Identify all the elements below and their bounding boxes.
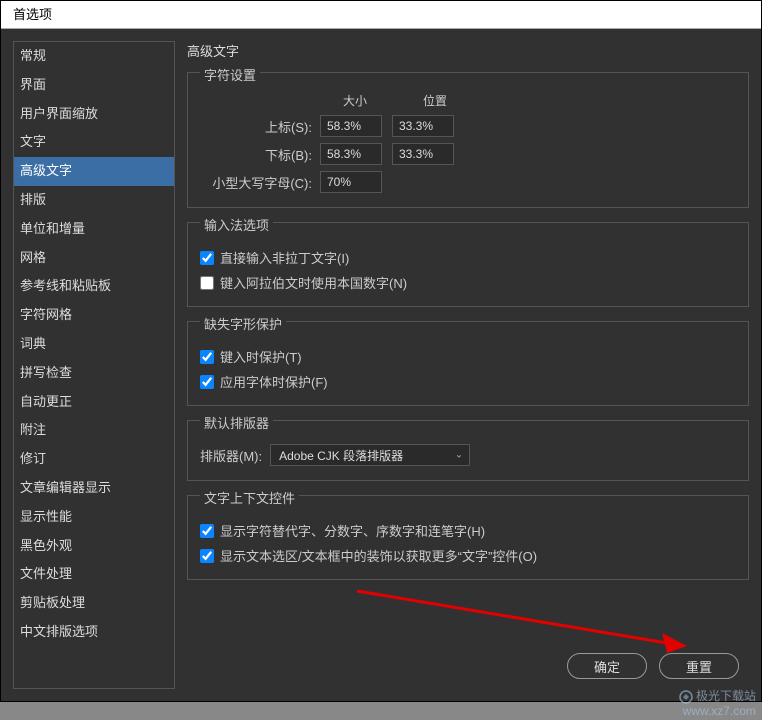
superscript-position-input[interactable] <box>392 115 454 137</box>
annotation-arrow-icon <box>347 581 697 661</box>
context-controls-group: 文字上下文控件 显示字符替代字、分数字、序数字和连笔字(H) 显示文本选区/文本… <box>187 495 749 580</box>
glyph-typing-label[interactable]: 键入时保护(T) <box>220 347 302 366</box>
sidebar-item-2[interactable]: 用户界面缩放 <box>14 100 174 129</box>
preferences-dialog: 首选项 常规界面用户界面缩放文字高级文字排版单位和增量网格参考线和粘贴板字符网格… <box>0 0 762 702</box>
composer-select[interactable]: Adobe CJK 段落排版器 ⌄ <box>270 444 470 466</box>
sidebar-item-16[interactable]: 显示性能 <box>14 503 174 532</box>
ime-group: 输入法选项 直接输入非拉丁文字(I) 键入阿拉伯文时使用本国数字(N) <box>187 222 749 307</box>
sidebar-item-20[interactable]: 中文排版选项 <box>14 618 174 647</box>
col-header-position: 位置 <box>400 92 470 109</box>
composer-label: 排版器(M): <box>200 446 262 465</box>
smallcaps-input[interactable] <box>320 171 382 193</box>
context-controls-legend: 文字上下文控件 <box>200 488 299 507</box>
glyph-font-row: 应用字体时保护(F) <box>200 372 736 391</box>
dialog-body: 常规界面用户界面缩放文字高级文字排版单位和增量网格参考线和粘贴板字符网格词典拼写… <box>1 29 761 701</box>
sidebar-item-1[interactable]: 界面 <box>14 71 174 100</box>
smallcaps-row: 小型大写字母(C): <box>200 171 736 193</box>
dialog-actions: 确定 重置 <box>567 653 739 679</box>
default-composer-group: 默认排版器 排版器(M): Adobe CJK 段落排版器 ⌄ <box>187 420 749 481</box>
sidebar-item-4[interactable]: 高级文字 <box>14 157 174 186</box>
chevron-down-icon: ⌄ <box>455 450 463 461</box>
sidebar-item-18[interactable]: 文件处理 <box>14 560 174 589</box>
sidebar-item-11[interactable]: 拼写检查 <box>14 359 174 388</box>
ime-opt1-row: 直接输入非拉丁文字(I) <box>200 248 736 267</box>
sidebar-item-3[interactable]: 文字 <box>14 128 174 157</box>
glyph-protect-group: 缺失字形保护 键入时保护(T) 应用字体时保护(F) <box>187 321 749 406</box>
subscript-position-input[interactable] <box>392 143 454 165</box>
subscript-row: 下标(B): <box>200 143 736 165</box>
subscript-size-input[interactable] <box>320 143 382 165</box>
sidebar-list: 常规界面用户界面缩放文字高级文字排版单位和增量网格参考线和粘贴板字符网格词典拼写… <box>14 42 174 647</box>
page-title: 高级文字 <box>187 41 749 60</box>
ctx-ornaments-checkbox[interactable] <box>200 549 214 563</box>
glyph-typing-row: 键入时保护(T) <box>200 347 736 366</box>
ime-nonlatin-checkbox[interactable] <box>200 251 214 265</box>
ime-arabic-checkbox[interactable] <box>200 276 214 290</box>
char-settings-column-headers: 大小 位置 <box>320 92 736 109</box>
sidebar: 常规界面用户界面缩放文字高级文字排版单位和增量网格参考线和粘贴板字符网格词典拼写… <box>13 41 175 689</box>
sidebar-item-12[interactable]: 自动更正 <box>14 388 174 417</box>
char-settings-group: 字符设置 大小 位置 上标(S): 下标(B): <box>187 72 749 208</box>
ctx-alternates-checkbox[interactable] <box>200 524 214 538</box>
subscript-label: 下标(B): <box>200 145 320 164</box>
composer-value: Adobe CJK 段落排版器 <box>279 447 403 464</box>
superscript-row: 上标(S): <box>200 115 736 137</box>
smallcaps-label: 小型大写字母(C): <box>200 173 320 192</box>
ime-legend: 输入法选项 <box>200 215 273 234</box>
sidebar-item-10[interactable]: 词典 <box>14 330 174 359</box>
sidebar-item-15[interactable]: 文章编辑器显示 <box>14 474 174 503</box>
composer-row: 排版器(M): Adobe CJK 段落排版器 ⌄ <box>200 444 736 466</box>
dialog-title: 首选项 <box>1 1 761 29</box>
sidebar-item-19[interactable]: 剪贴板处理 <box>14 589 174 618</box>
watermark-line2: www.xz7.com <box>679 704 756 718</box>
sidebar-item-8[interactable]: 参考线和粘贴板 <box>14 272 174 301</box>
sidebar-item-17[interactable]: 黑色外观 <box>14 532 174 561</box>
sidebar-item-13[interactable]: 附注 <box>14 416 174 445</box>
glyph-typing-checkbox[interactable] <box>200 350 214 364</box>
sidebar-item-9[interactable]: 字符网格 <box>14 301 174 330</box>
sidebar-item-7[interactable]: 网格 <box>14 244 174 273</box>
superscript-size-input[interactable] <box>320 115 382 137</box>
char-settings-legend: 字符设置 <box>200 65 260 84</box>
reset-button[interactable]: 重置 <box>659 653 739 679</box>
glyph-protect-legend: 缺失字形保护 <box>200 314 286 333</box>
ctx-alternates-label[interactable]: 显示字符替代字、分数字、序数字和连笔字(H) <box>220 521 485 540</box>
sidebar-item-6[interactable]: 单位和增量 <box>14 215 174 244</box>
superscript-label: 上标(S): <box>200 117 320 136</box>
ctx-ornaments-label[interactable]: 显示文本选区/文本框中的装饰以获取更多“文字”控件(O) <box>220 546 537 565</box>
sidebar-item-0[interactable]: 常规 <box>14 42 174 71</box>
content-panel: 高级文字 字符设置 大小 位置 上标(S): 下标( <box>187 41 749 689</box>
ime-opt2-row: 键入阿拉伯文时使用本国数字(N) <box>200 273 736 292</box>
glyph-font-label[interactable]: 应用字体时保护(F) <box>220 372 328 391</box>
ctx-opt2-row: 显示文本选区/文本框中的装饰以获取更多“文字”控件(O) <box>200 546 736 565</box>
sidebar-item-14[interactable]: 修订 <box>14 445 174 474</box>
ime-arabic-label[interactable]: 键入阿拉伯文时使用本国数字(N) <box>220 273 407 292</box>
ctx-opt1-row: 显示字符替代字、分数字、序数字和连笔字(H) <box>200 521 736 540</box>
default-composer-legend: 默认排版器 <box>200 413 273 432</box>
sidebar-item-5[interactable]: 排版 <box>14 186 174 215</box>
glyph-font-checkbox[interactable] <box>200 375 214 389</box>
ok-button[interactable]: 确定 <box>567 653 647 679</box>
ime-nonlatin-label[interactable]: 直接输入非拉丁文字(I) <box>220 248 349 267</box>
col-header-size: 大小 <box>320 92 390 109</box>
